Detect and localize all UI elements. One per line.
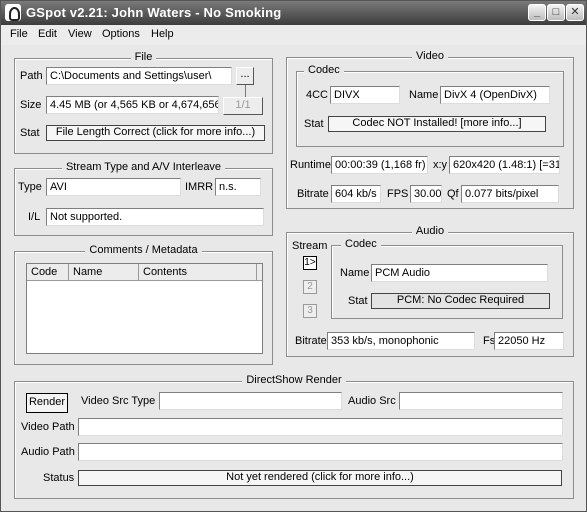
runtime-field[interactable]: 00:00:39 (1,168 fr)	[331, 156, 428, 174]
type-field[interactable]: AVI	[46, 178, 181, 196]
imrr-field[interactable]: n.s.	[215, 178, 261, 196]
runtime-label: Runtime	[290, 159, 331, 171]
file-legend: File	[130, 51, 157, 63]
audio-name-field[interactable]: PCM Audio	[371, 264, 548, 282]
audio-name-label: Name	[340, 267, 370, 279]
audio-src-field[interactable]	[399, 392, 563, 410]
video-legend: Video	[412, 50, 448, 62]
qf-label: Qf	[447, 188, 459, 200]
browse-button[interactable]: ...	[236, 67, 254, 85]
imrr-label: IMRR	[185, 181, 214, 193]
column-contents[interactable]: Contents	[139, 264, 257, 281]
audio-src-label: Audio Src	[348, 395, 396, 407]
stream-3-button[interactable]: 3	[303, 304, 317, 318]
audio-codec-legend: Codec	[341, 238, 381, 250]
audio-codec-stat-info[interactable]: PCM: No Codec Required	[371, 293, 550, 309]
video-group: Video Codec 4CC DIVX Name DivX 4 (OpenDi…	[286, 50, 574, 209]
video-codec-legend: Codec	[304, 64, 344, 76]
video-path-label: Video Path	[21, 421, 75, 433]
render-status-info[interactable]: Not yet rendered (click for more info...…	[78, 470, 562, 486]
stream-2-button[interactable]: 2	[303, 280, 317, 294]
file-group: File Path C:\Documents and Settings\user…	[14, 51, 273, 154]
maximize-button[interactable]: □	[547, 4, 565, 21]
audio-legend: Audio	[411, 225, 449, 237]
fps-field[interactable]: 30.00	[410, 185, 442, 203]
metadata-list[interactable]: Code Name Contents	[26, 263, 263, 354]
audio-codec-group: Codec Name PCM Audio Stat PCM: No Codec …	[331, 238, 563, 319]
comments-legend: Comments / Metadata	[85, 244, 202, 256]
menu-edit[interactable]: Edit	[38, 28, 57, 40]
audio-path-label: Audio Path	[21, 446, 75, 458]
close-button[interactable]: ✕	[566, 4, 584, 21]
video-codec-stat-info[interactable]: Codec NOT Installed! [more info...]	[328, 116, 546, 132]
stream-1-button[interactable]: 1>	[303, 256, 317, 270]
app-icon	[5, 4, 21, 21]
video-src-type-field[interactable]	[159, 392, 342, 410]
stream-type-group: Stream Type and A/V Interleave Type AVI …	[14, 161, 273, 236]
size-field[interactable]: 4.45 MB (or 4,565 KB or 4,674,656	[46, 96, 219, 114]
il-field[interactable]: Not supported.	[46, 208, 264, 226]
video-src-type-label: Video Src Type	[81, 395, 156, 407]
video-codec-group: Codec 4CC DIVX Name DivX 4 (OpenDivX) St…	[296, 64, 564, 147]
menu-bar: File Edit View Options Help	[1, 25, 586, 45]
path-field[interactable]: C:\Documents and Settings\user\	[46, 67, 232, 85]
menu-file[interactable]: File	[10, 28, 28, 40]
file-stat-label: Stat	[20, 127, 40, 139]
metadata-list-header: Code Name Contents	[27, 264, 262, 281]
video-name-field[interactable]: DivX 4 (OpenDivX)	[440, 86, 550, 104]
render-legend: DirectShow Render	[242, 374, 346, 386]
video-name-label: Name	[409, 89, 439, 101]
minimize-button[interactable]: _	[528, 4, 546, 21]
il-label: I/L	[28, 211, 41, 223]
file-stat-info[interactable]: File Length Correct (click for more info…	[46, 125, 265, 141]
menu-view[interactable]: View	[68, 28, 92, 40]
video-bitrate-field[interactable]: 604 kb/s	[331, 185, 381, 203]
directshow-render-group: DirectShow Render Render Video Src Type …	[14, 374, 574, 499]
connector-line	[245, 85, 246, 97]
window-title: GSpot v2.21: John Waters - No Smoking	[26, 5, 282, 20]
title-bar[interactable]: GSpot v2.21: John Waters - No Smoking _ …	[1, 1, 586, 25]
fourcc-label: 4CC	[306, 89, 329, 101]
audio-bitrate-label: Bitrate	[295, 335, 327, 347]
qf-field[interactable]: 0.077 bits/pixel	[461, 185, 559, 203]
size-label: Size	[20, 99, 42, 111]
fs-field[interactable]: 22050 Hz	[494, 332, 564, 350]
xy-field[interactable]: 620x420 (1.48:1) [=31:	[449, 156, 560, 174]
render-button[interactable]: Render	[26, 393, 68, 413]
fourcc-field[interactable]: DIVX	[330, 86, 400, 104]
fps-label: FPS	[387, 188, 409, 200]
column-name[interactable]: Name	[69, 264, 139, 281]
comments-group: Comments / Metadata Code Name Contents	[14, 244, 273, 365]
audio-stat-label: Stat	[348, 295, 368, 307]
menu-help[interactable]: Help	[151, 28, 174, 40]
type-label: Type	[18, 181, 42, 193]
path-label: Path	[20, 70, 43, 82]
video-stat-label: Stat	[304, 118, 324, 130]
xy-label: x:y	[433, 159, 448, 171]
column-code[interactable]: Code	[27, 264, 69, 281]
audio-group: Audio Stream 1> 2 3 Codec Name PCM Audio…	[286, 225, 574, 357]
audio-bitrate-field[interactable]: 353 kb/s, monophonic	[327, 332, 475, 350]
status-label: Status	[43, 472, 75, 484]
stream-label: Stream	[292, 240, 328, 252]
video-path-field[interactable]	[78, 418, 563, 436]
video-bitrate-label: Bitrate	[297, 188, 329, 200]
gspot-window: GSpot v2.21: John Waters - No Smoking _ …	[0, 0, 587, 512]
part-button[interactable]: 1/1	[223, 97, 263, 115]
stream-type-legend: Stream Type and A/V Interleave	[61, 161, 226, 173]
menu-options[interactable]: Options	[102, 28, 140, 40]
audio-path-field[interactable]	[78, 443, 563, 461]
